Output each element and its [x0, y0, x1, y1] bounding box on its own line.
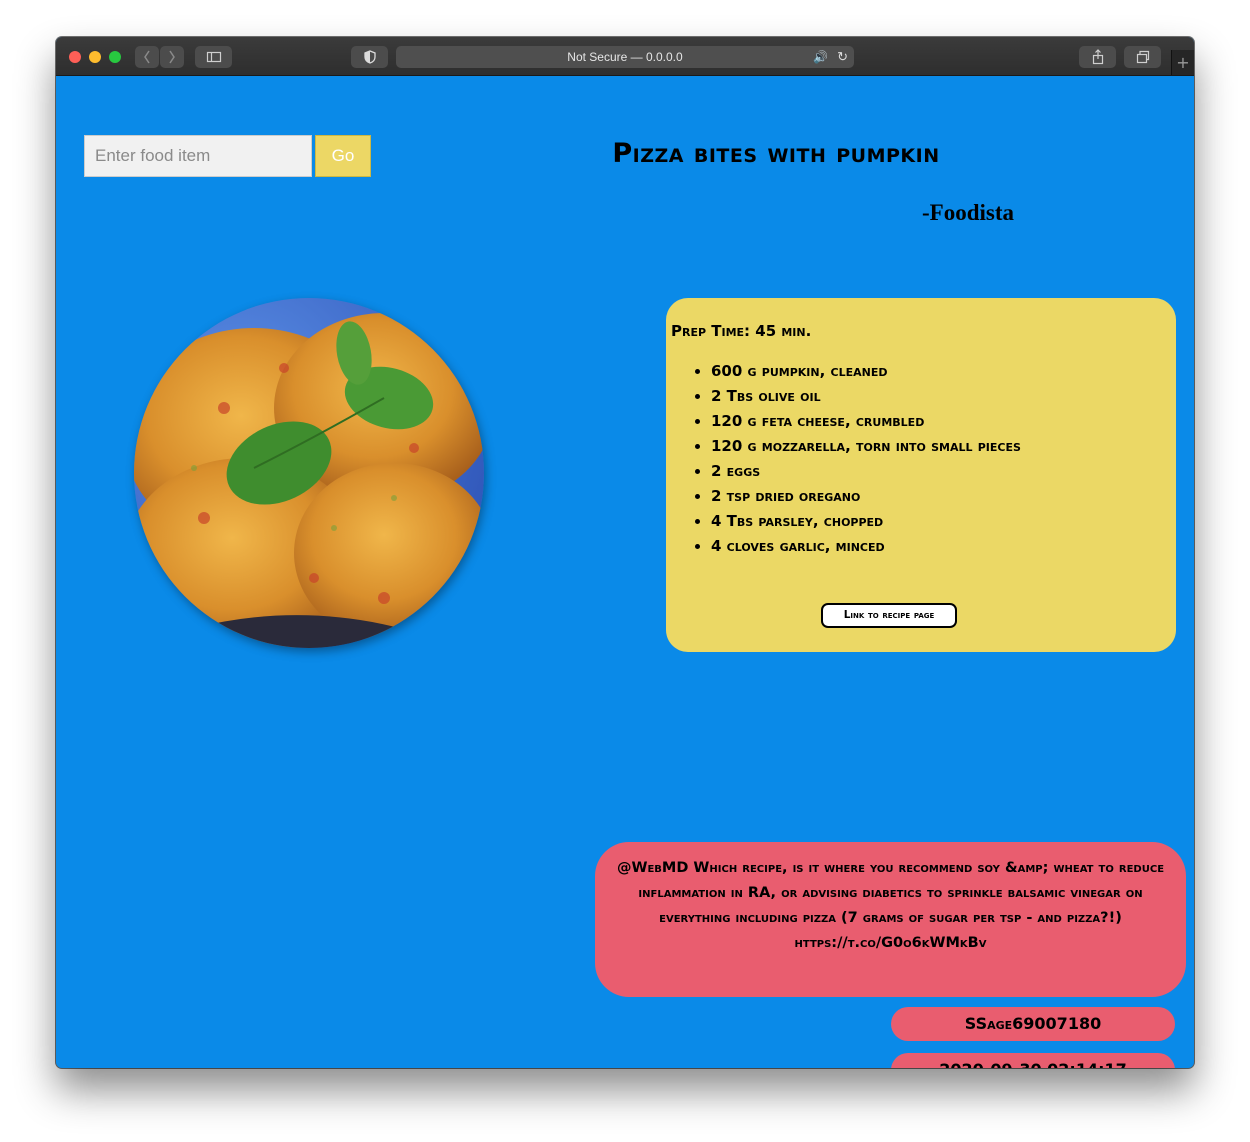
address-bar[interactable]: Not Secure — 0.0.0.0 🔊 ↻ — [396, 46, 854, 68]
tabs-icon — [1136, 50, 1149, 64]
speaker-icon[interactable]: 🔊 — [813, 46, 828, 68]
recipe-title: Pizza bites with pumpkin — [612, 138, 940, 169]
ingredient-item: 4 Tbs parsley, chopped — [711, 512, 1021, 537]
browser-window: Not Secure — 0.0.0.0 🔊 ↻ + Go Pizza bite… — [56, 37, 1194, 1068]
privacy-report-button[interactable] — [351, 46, 388, 68]
tweet-text-bubble: @WebMD Which recipe, is it where you rec… — [595, 842, 1186, 997]
new-tab-button[interactable]: + — [1171, 50, 1194, 75]
ingredient-item: 2 tsp dried oregano — [711, 487, 1021, 512]
ingredient-item: 120 g feta cheese, crumbled — [711, 412, 1021, 437]
ingredient-item: 2 Tbs olive oil — [711, 387, 1021, 412]
ingredient-item: 600 g pumpkin, cleaned — [711, 362, 1021, 387]
pizza-bites-image — [134, 298, 484, 648]
prep-time: Prep Time: 45 min. — [671, 322, 812, 340]
browser-titlebar: Not Secure — 0.0.0.0 🔊 ↻ + — [56, 37, 1194, 76]
chevron-right-icon — [169, 50, 175, 64]
ingredient-item: 120 g mozzarella, torn into small pieces — [711, 437, 1021, 462]
ingredients-list: 600 g pumpkin, cleaned 2 Tbs olive oil 1… — [691, 362, 1021, 562]
share-button[interactable] — [1079, 46, 1116, 68]
food-search-input[interactable] — [84, 135, 312, 177]
forward-button[interactable] — [160, 46, 184, 68]
ingredient-item: 4 cloves garlic, minced — [711, 537, 1021, 562]
back-button[interactable] — [135, 46, 159, 68]
sidebar-icon — [206, 51, 221, 63]
recipe-source: -Foodista — [922, 200, 1014, 225]
address-text: Not Secure — 0.0.0.0 — [567, 50, 683, 64]
go-button[interactable]: Go — [315, 135, 371, 177]
recipe-photo — [134, 298, 484, 648]
minimize-window-button[interactable] — [89, 51, 101, 63]
tweet-date: 2020-09-30 02:14:17 — [891, 1053, 1175, 1068]
recipe-page-link-button[interactable]: Link to recipe page — [821, 603, 957, 628]
sidebar-toggle-button[interactable] — [195, 46, 232, 68]
share-icon — [1092, 49, 1103, 65]
page-content: Go Pizza bites with pumpkin -Foodista — [56, 76, 1194, 1068]
tab-overview-button[interactable] — [1124, 46, 1161, 68]
close-window-button[interactable] — [69, 51, 81, 63]
shield-icon — [363, 50, 376, 64]
zoom-window-button[interactable] — [109, 51, 121, 63]
chevron-left-icon — [144, 50, 150, 64]
ingredient-item: 2 eggs — [711, 462, 1021, 487]
tweet-author: SSage69007180 — [891, 1007, 1175, 1041]
recipe-card: Prep Time: 45 min. 600 g pumpkin, cleane… — [666, 298, 1176, 652]
reload-icon[interactable]: ↻ — [837, 46, 848, 68]
